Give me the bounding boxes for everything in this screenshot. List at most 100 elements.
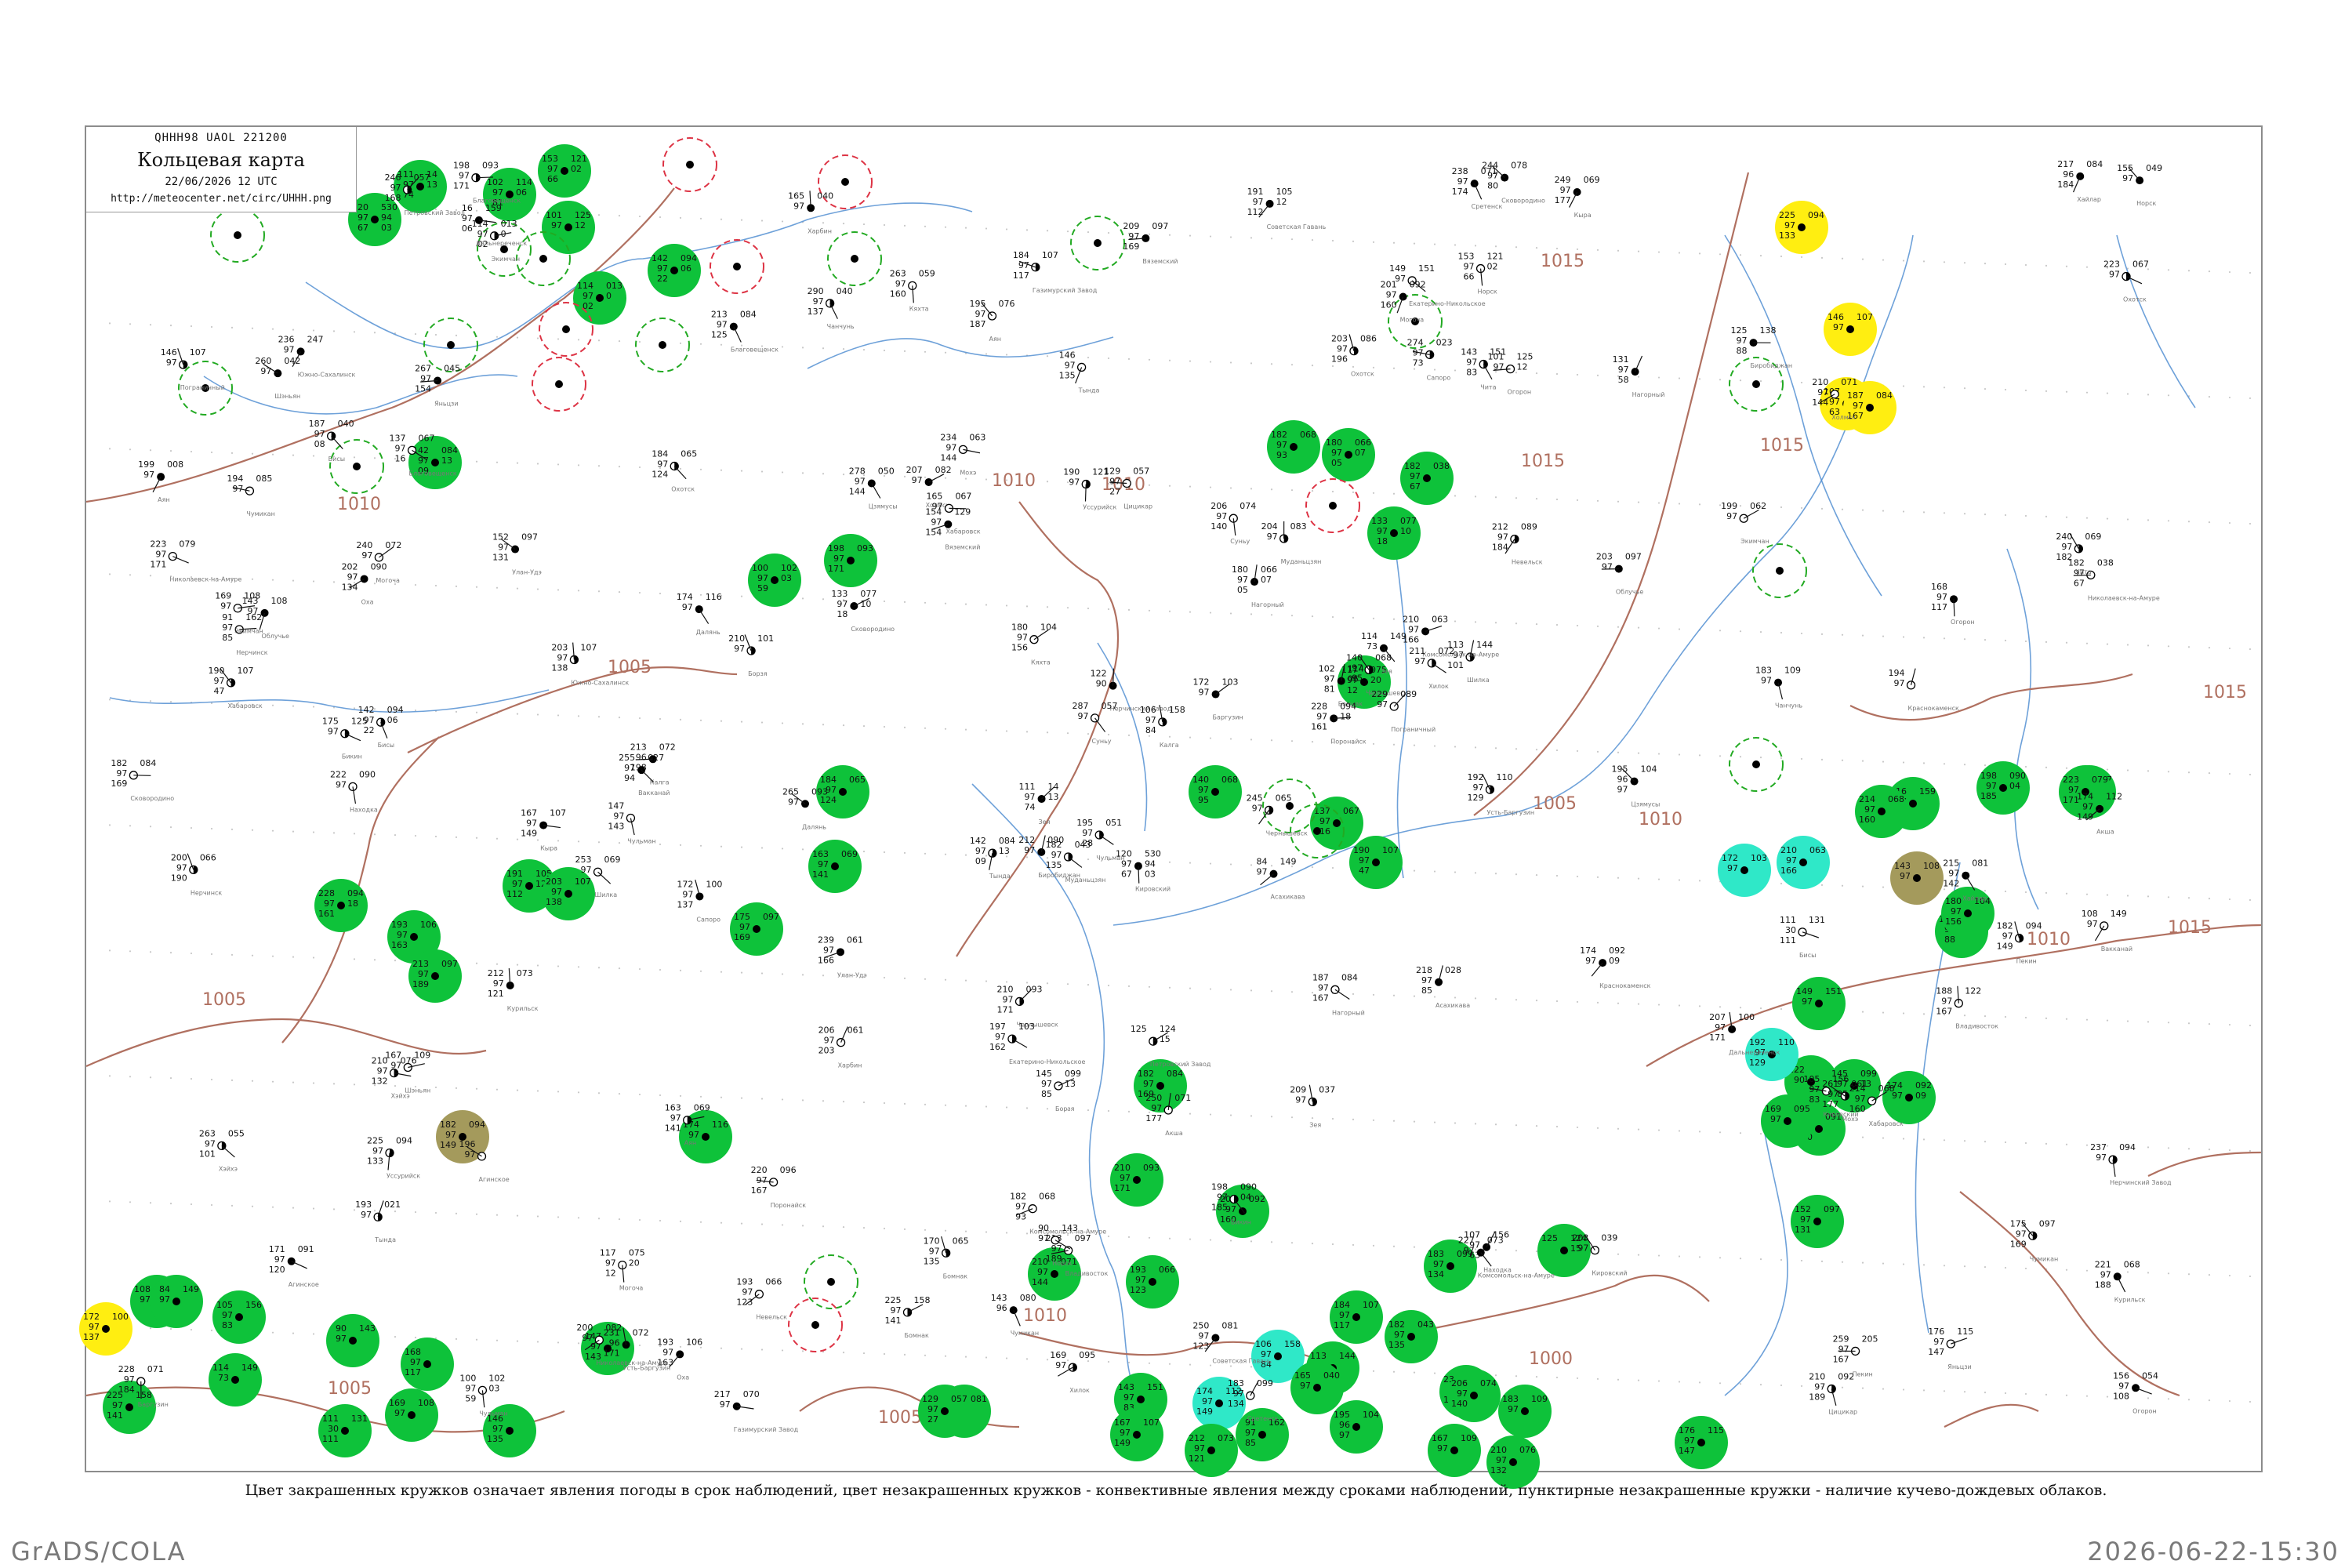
station-plot[interactable]: 21397125084Благовещенск [711, 310, 779, 354]
station-plot[interactable]: 23797094Нерчинский Завод [2090, 1142, 2172, 1186]
station-plot[interactable]: 15297131097Улан-Удэ [492, 532, 542, 576]
station-plot[interactable]: 125 12415Петровский Завод [1131, 1024, 1211, 1068]
station-plot[interactable]: 153976612102Норск [1458, 252, 1504, 296]
station-plot[interactable]: 15697108054Огорон [2113, 1370, 2158, 1414]
station-plot[interactable]: 17597169097Чумикан [2010, 1218, 2058, 1262]
station-plot[interactable]: 180970506607Нагорный [1232, 564, 1284, 608]
grid-dot [2249, 773, 2252, 776]
station-plot[interactable]: 22397171079Николаевск-на-Амуре [150, 539, 241, 583]
station-plot[interactable]: 21297184089Невельск [1492, 522, 1543, 566]
station-plot[interactable]: 26397160059Кяхта [890, 268, 935, 312]
station-plot[interactable]: 21396198072Калга [630, 742, 676, 786]
station-plot[interactable]: 20697203061Харбин [818, 1025, 864, 1069]
station-plot[interactable]: 19497085Чумикан [227, 474, 274, 517]
station-plot[interactable]: 1829767038Николаевск-на-Амуре [2068, 557, 2160, 601]
station-plot[interactable]: 22297090Находка [330, 769, 378, 813]
station-plot[interactable]: 20997037Зея [1290, 1084, 1335, 1128]
station-plot[interactable]: 1909747107Хабаровск [209, 666, 263, 710]
station-plot[interactable]: 22597133094Уссурийск [367, 1136, 420, 1180]
grid-dot [1454, 244, 1457, 246]
station-plot[interactable]: 29097137040Чанчунь [808, 286, 855, 330]
station-plot[interactable]: 17497116Далянь [677, 592, 722, 636]
station-plot[interactable]: 18797167084Нагорный [1312, 972, 1365, 1016]
station-plot[interactable]: 8497149Асахикава [1257, 857, 1305, 901]
station-plot[interactable]: 20997169097Вяземский [1123, 221, 1178, 265]
station-plot[interactable]: 15597049Норск [2117, 163, 2162, 207]
station-plot[interactable]: 11197741413Зея [1019, 782, 1059, 826]
station-plot[interactable]: 17597125Бикин [322, 717, 368, 760]
station-plot[interactable]: 27897144050Цзямусы [849, 466, 898, 510]
station-plot[interactable]: 1749709209Краснокаменск [1580, 946, 1651, 989]
station-plot[interactable]: 117971207520Могоча [600, 1248, 645, 1292]
svg-text:149: 149 [183, 1284, 199, 1294]
station-plot[interactable]: 1919711210512Советская Гавань [1247, 187, 1327, 230]
station-plot[interactable]: 24597065Чернышевск [1247, 793, 1308, 837]
station-plot[interactable]: 19797162103Екатерино-Никольское [989, 1022, 1086, 1065]
station-plot[interactable]: 21796184084Хайлар [2057, 159, 2103, 203]
river-line [109, 689, 550, 713]
station-plot[interactable]: 26397101055Хэйхэ [199, 1128, 245, 1172]
station-plot[interactable]: 17297137100Сапоро [677, 879, 722, 923]
station-plot[interactable]: 18297169084Сковородино [111, 758, 174, 802]
station-plot[interactable]: 16997095Хилок [1050, 1350, 1095, 1394]
station-plot[interactable]: 21797070Газимурский Завод [714, 1389, 799, 1433]
station-plot[interactable]: 20497083Муданьцзян [1261, 521, 1322, 565]
station-plot[interactable]: 14697107Пограничный [161, 347, 225, 391]
station-plot[interactable]: 142970908413Тында [970, 836, 1015, 880]
station-plot[interactable]: 16597040Харбин [788, 191, 833, 234]
station-plot[interactable]: 19397123066Невельск [736, 1277, 787, 1321]
station-plot[interactable]: 14797143Чульман [608, 800, 655, 844]
station-shower-circle [210, 208, 265, 263]
station-plot[interactable]: 16897117Огорон [1931, 582, 1975, 626]
station-plot[interactable]: 1959728051Чульман [1076, 818, 1124, 862]
station-plot[interactable]: 20697140074Суньу [1210, 501, 1256, 545]
station-plot[interactable]: 21097101Борзя [728, 633, 774, 677]
station-plot[interactable]: 20097190066Нерчинск [171, 852, 223, 896]
station-plot[interactable]: 2449780078Сковородино [1482, 161, 1545, 205]
svg-text:97: 97 [895, 278, 906, 289]
station-plot[interactable]: 20797082Холмск [906, 465, 952, 509]
station-plot[interactable]: 17197120091Агинское [269, 1244, 319, 1288]
station-plot[interactable]: 18397109Чанчунь [1755, 666, 1802, 710]
station-plot[interactable]: 17697147115Яньцзи [1928, 1327, 1973, 1370]
station-plot[interactable]: 19997062Экимчан [1721, 501, 1769, 545]
station-plot[interactable]: 22197188068Курильск [2095, 1259, 2146, 1303]
station-plot[interactable]: 28797057Суньу [1073, 701, 1118, 745]
station-plot[interactable]: 18097156104Кяхта [1011, 622, 1057, 666]
station-plot[interactable]: 23997166061Улан-Удэ [818, 935, 867, 978]
station-plot[interactable]: 14697135Тында [1059, 350, 1100, 394]
svg-text:97: 97 [2087, 919, 2098, 929]
station-plot[interactable]: 22997089Пограничный [1371, 689, 1436, 733]
station-plot[interactable]: 133971807710Сковородино [831, 589, 895, 633]
station-plot[interactable]: 19397021Тында [355, 1200, 401, 1243]
grid-dot [434, 1211, 437, 1214]
station-plot[interactable]: 17297103Баргузин [1193, 677, 1243, 721]
station-plot[interactable]: 1959697104Цзямусы [1612, 764, 1661, 808]
station-plot[interactable]: 100975910203Чульман [459, 1373, 507, 1417]
station-plot[interactable]: 24097182069Чита [2056, 532, 2101, 575]
station-plot[interactable]: 26597093Далянь [782, 786, 828, 830]
station-plot[interactable]: 16797149107Кыра [521, 808, 566, 852]
station-plot[interactable]: 21097189092Цицикар [1809, 1372, 1857, 1416]
station-plot[interactable]: 22597141158Бомнак [885, 1295, 931, 1339]
station-plot[interactable]: 18497124065Охотск [652, 449, 697, 493]
station-plot[interactable]: 19597187076Аян [969, 299, 1014, 343]
station-plot[interactable]: 24997177069Кыра [1555, 175, 1600, 219]
svg-text:97: 97 [112, 1400, 123, 1410]
station-plot[interactable]: 18897167122Владивосток [1936, 986, 1998, 1030]
station-plot[interactable]: 20397196086Охотск [1331, 334, 1377, 378]
station-plot[interactable]: 26097042Шэньян [255, 356, 300, 400]
station-plot[interactable]: 2189785028Асахикава [1416, 965, 1470, 1009]
station-plot[interactable]: 19497Краснокаменск [1889, 668, 1960, 712]
svg-text:96: 96 [1339, 1420, 1350, 1430]
station-plot[interactable]: 22097167096Поронайск [751, 1165, 807, 1209]
station-plot[interactable]: 145978509913Борзя [1036, 1069, 1081, 1112]
map-url[interactable]: http://meteocenter.net/circ/UHHH.png [86, 193, 356, 205]
station-plot[interactable]: 11130111131Бисы [1780, 915, 1825, 959]
svg-text:Сковородино: Сковородино [130, 795, 174, 802]
grid-dot [455, 836, 458, 838]
station-plot[interactable]: 21297121073Курильск [488, 968, 539, 1012]
station-plot[interactable]: 20397097Облучье [1596, 552, 1644, 596]
station-plot[interactable]: 17097135065Бомнак [924, 1236, 969, 1279]
station-plot[interactable]: 18497117107Газимурский Завод [1013, 250, 1098, 294]
